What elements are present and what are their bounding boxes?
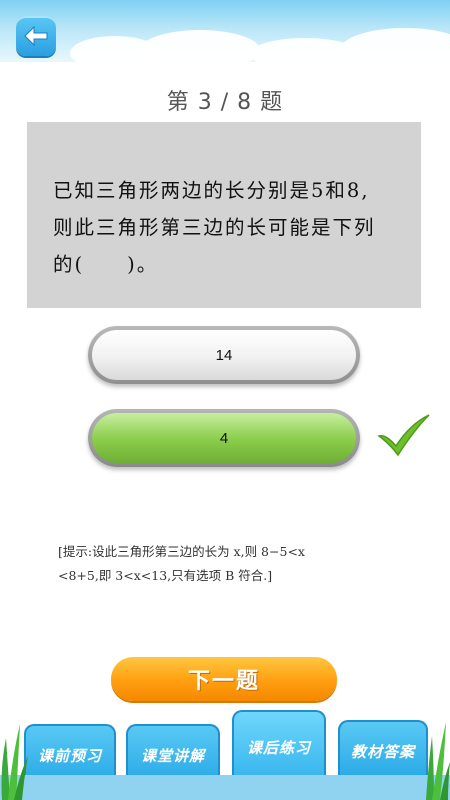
back-arrow-icon xyxy=(24,25,48,47)
question-line: 的( )。 xyxy=(53,253,159,276)
grass-right-decoration xyxy=(426,722,450,800)
tab-label: 课前预习 xyxy=(37,746,102,765)
tab-textbook-answers[interactable]: 教材答案 xyxy=(338,720,428,780)
grass-left-decoration xyxy=(1,724,28,800)
question-line: 则此三角形第三边的长可能是下列 xyxy=(53,216,376,239)
option-label: 14 xyxy=(215,346,233,364)
next-question-label: 下一题 xyxy=(187,669,260,694)
next-question-button[interactable]: 下一题 xyxy=(111,657,337,701)
ground-strip xyxy=(0,775,450,800)
question-counter: 第 3 / 8 题 xyxy=(166,90,284,115)
hint-text: [提示:设此三角形第三边的长为 x,则 8−5<x <8+5,即 3<x<13,… xyxy=(58,540,388,588)
option-label: 4 xyxy=(219,429,229,447)
cloud-decoration xyxy=(140,30,260,62)
tab-label: 课后练习 xyxy=(246,738,311,757)
question-text: 已知三角形两边的长分别是5和8, 则此三角形第三边的长可能是下列 的( )。 xyxy=(53,172,403,283)
hint-line: <8+5,即 3<x<13,只有选项 B 符合.] xyxy=(58,568,273,583)
sky-header xyxy=(0,0,450,62)
tab-label: 课堂讲解 xyxy=(140,746,205,765)
checkmark-icon xyxy=(377,414,430,457)
question-box: 已知三角形两边的长分别是5和8, 则此三角形第三边的长可能是下列 的( )。 xyxy=(27,122,421,308)
cloud-decoration xyxy=(340,28,450,62)
tab-label: 教材答案 xyxy=(350,742,415,761)
tab-exercise[interactable]: 课后练习 xyxy=(232,710,326,782)
option-b-button[interactable]: 4 xyxy=(88,409,360,467)
option-a-button[interactable]: 14 xyxy=(88,326,360,384)
hint-line: [提示:设此三角形第三边的长为 x,则 8−5<x xyxy=(58,544,305,559)
question-line: 已知三角形两边的长分别是5和8, xyxy=(53,179,370,202)
back-button[interactable] xyxy=(16,16,56,56)
